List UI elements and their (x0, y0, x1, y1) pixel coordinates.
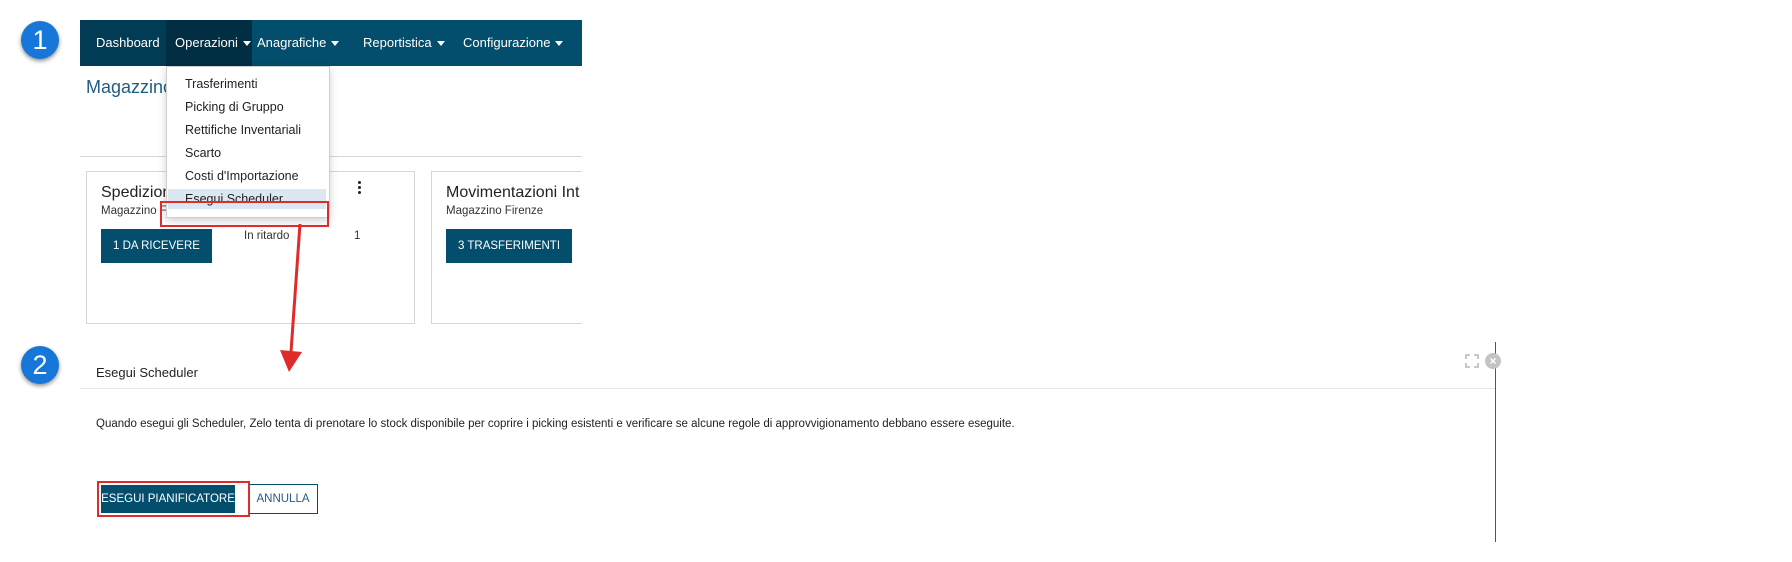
menu-item-picking-di-gruppo[interactable]: Picking di Gruppo (185, 100, 284, 114)
dialog-border (1495, 342, 1496, 542)
operazioni-dropdown-menu: Trasferimenti Picking di Gruppo Rettific… (166, 66, 330, 218)
menu-item-scarto[interactable]: Scarto (185, 146, 221, 160)
caret-down-icon (331, 41, 340, 47)
caret-down-icon (555, 41, 564, 47)
dialog-divider (80, 388, 1495, 389)
nav-operazioni[interactable]: Operazioni (166, 20, 252, 66)
menu-item-trasferimenti[interactable]: Trasferimenti (185, 77, 257, 91)
expand-icon[interactable] (1465, 354, 1479, 368)
late-count: 1 (354, 230, 361, 242)
step-2-badge: 2 (21, 346, 59, 384)
nav-configurazione[interactable]: Configurazione (463, 20, 564, 66)
dialog-body-text: Quando esegui gli Scheduler, Zelo tenta … (96, 418, 1015, 430)
transfers-button[interactable]: 3 TRASFERIMENTI (446, 229, 573, 263)
dashboard-card-movimentazioni: Movimentazioni Int Magazzino Firenze 3 T… (431, 171, 582, 324)
caret-down-icon (436, 41, 445, 47)
run-scheduler-button[interactable]: ESEGUI PIANIFICATORE (101, 485, 235, 513)
page-title: Magazzino (86, 77, 174, 97)
card-subtitle: Magazzino Firenze (446, 205, 544, 217)
card-subtitle: Magazzino F (101, 205, 167, 217)
to-receive-button[interactable]: 1 DA RICEVERE (101, 229, 212, 263)
menu-item-costi-importazione[interactable]: Costi d'Importazione (185, 169, 299, 183)
nav-dashboard[interactable]: Dashboard (80, 20, 166, 66)
step-1-badge: 1 (21, 21, 59, 59)
card-title: Spedizioni (101, 184, 175, 201)
cancel-button[interactable]: ANNULLA (248, 484, 318, 514)
card-title: Movimentazioni Int (446, 184, 580, 201)
app-screenshot-panel: Dashboard Operazioni Anagrafiche Reporti… (80, 20, 582, 326)
dialog-title: Esegui Scheduler (96, 365, 198, 380)
scheduler-dialog: Esegui Scheduler × Quando esegui gli Sch… (80, 342, 1501, 542)
divider (80, 156, 582, 157)
close-icon[interactable]: × (1485, 353, 1501, 369)
top-navbar: Dashboard Operazioni Anagrafiche Reporti… (80, 20, 582, 66)
nav-anagrafiche[interactable]: Anagrafiche (257, 20, 340, 66)
nav-reportistica[interactable]: Reportistica (363, 20, 445, 66)
menu-item-esegui-scheduler[interactable]: Esegui Scheduler (168, 189, 326, 209)
caret-down-icon (242, 41, 251, 47)
menu-item-rettifiche-inventariali[interactable]: Rettifiche Inventariali (185, 123, 301, 137)
late-label[interactable]: In ritardo (244, 230, 289, 242)
kebab-menu-icon[interactable] (356, 181, 362, 195)
